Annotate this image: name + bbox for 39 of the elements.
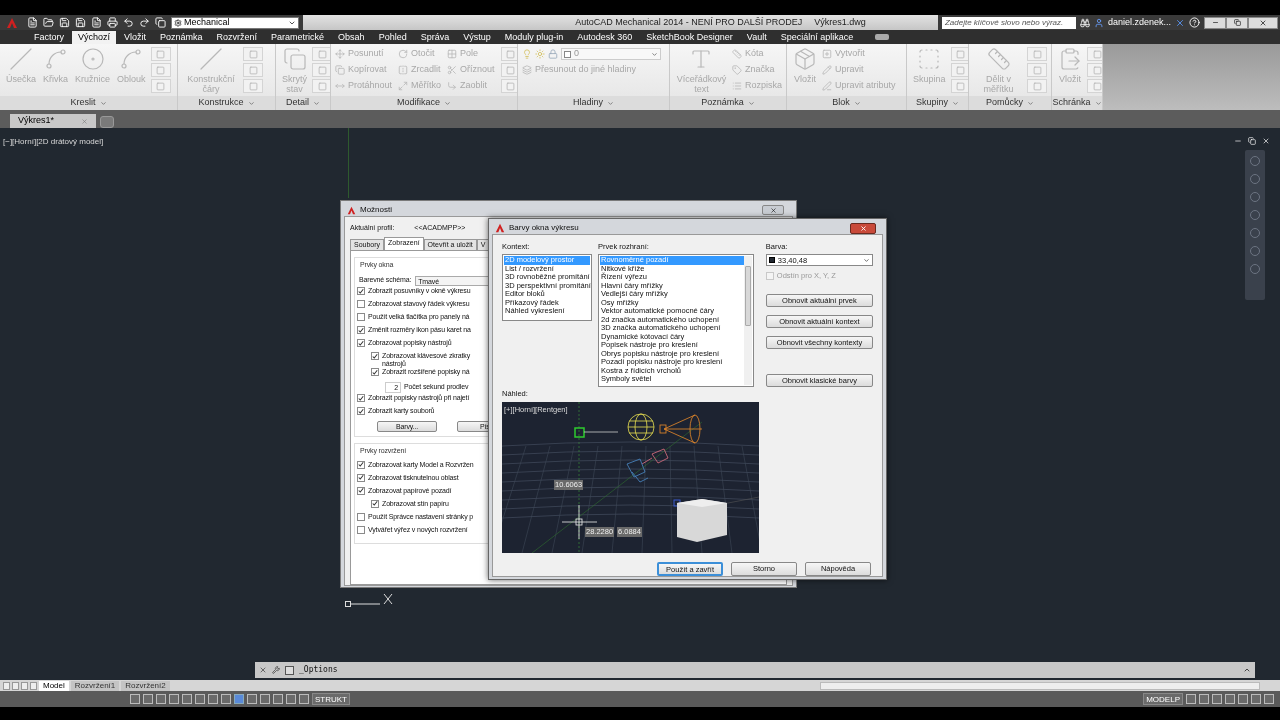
ribbon-tab[interactable]: Výstup bbox=[457, 31, 497, 44]
workspace-dropdown[interactable]: Mechanical bbox=[171, 16, 299, 29]
search-field[interactable]: Zadejte klíčové slovo nebo výraz. bbox=[941, 16, 1076, 29]
layout-tab[interactable]: Rozvržení1 bbox=[70, 680, 120, 691]
ribbon-tab[interactable]: Výchozí bbox=[72, 31, 117, 44]
layout-tab[interactable]: Model bbox=[39, 680, 69, 691]
ribbon-tab[interactable]: Vault bbox=[740, 31, 773, 44]
panel-title[interactable]: Schránka bbox=[1052, 96, 1102, 110]
panel-title[interactable]: Pomůcky bbox=[969, 96, 1051, 110]
dialog-title: Barvy okna výkresu bbox=[509, 222, 579, 234]
ribbon-tab[interactable]: Parametrické bbox=[265, 31, 331, 44]
ribbon-tab[interactable]: Rozvržení bbox=[210, 31, 264, 44]
ribbon-tab[interactable]: SketchBook Designer bbox=[640, 31, 739, 44]
status-button[interactable]: STRUKT bbox=[312, 693, 350, 705]
panel-title[interactable]: Blok bbox=[787, 96, 906, 110]
ribbon-tab[interactable]: Speciální aplikace bbox=[774, 31, 860, 44]
status-button[interactable]: MODELP bbox=[1143, 693, 1183, 705]
viewport-label[interactable]: [−][Horní][2D drátový model] bbox=[3, 136, 104, 148]
window-title: AutoCAD Mechanical 2014 - NENÍ PRO DALŠÍ PRODEJ bbox=[575, 15, 803, 29]
ribbon-tab[interactable]: Obsah bbox=[332, 31, 371, 44]
panel-title[interactable]: Kreslit bbox=[0, 96, 177, 110]
panel-title[interactable]: Detail bbox=[276, 96, 330, 110]
panel-title[interactable]: Hladiny bbox=[518, 96, 669, 110]
ribbon-tab[interactable]: Moduly plug-in bbox=[498, 31, 570, 44]
ribbon-tab[interactable]: Vložit bbox=[118, 31, 153, 44]
panel-title[interactable]: Poznámka bbox=[670, 96, 786, 110]
panel-title[interactable]: Skupiny bbox=[907, 96, 968, 110]
dialog-title: Možnosti bbox=[360, 204, 392, 216]
ribbon-tab[interactable]: Factory bbox=[28, 31, 70, 44]
ribbon-tab[interactable]: Poznámka bbox=[154, 31, 209, 44]
ribbon-tab[interactable]: Pohled bbox=[372, 31, 413, 44]
file-tab[interactable]: Výkres1* bbox=[10, 114, 96, 128]
ribbon-tab[interactable]: Správa bbox=[414, 31, 456, 44]
panel-title[interactable]: Konstrukce bbox=[178, 96, 275, 110]
user-name[interactable]: daniel.zdenek... bbox=[1107, 15, 1171, 30]
ribbon-tab[interactable]: Autodesk 360 bbox=[571, 31, 639, 44]
layout-tab[interactable]: Rozvržení2 bbox=[121, 680, 170, 691]
file-name: Výkres1.dwg bbox=[814, 15, 866, 29]
panel-title[interactable]: Modifikace bbox=[331, 96, 517, 110]
